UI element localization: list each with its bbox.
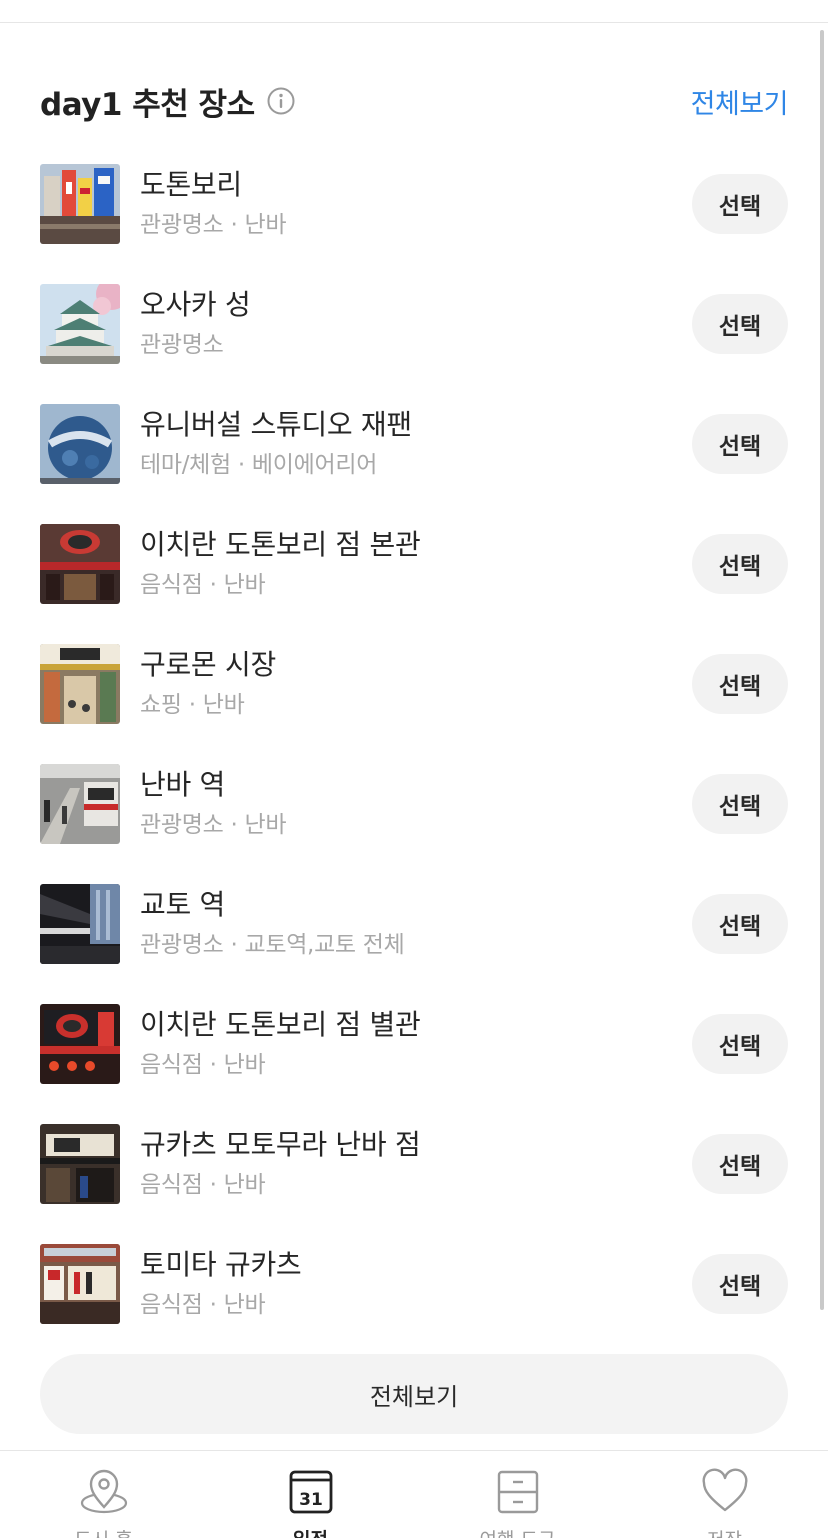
nav-city-home[interactable]: 도시 홈	[0, 1451, 207, 1538]
place-row[interactable]: 규카츠 모토무라 난바 점 음식점 · 난바 선택	[40, 1104, 788, 1224]
place-row[interactable]: 교토 역 관광명소 · 교토역,교토 전체 선택	[40, 864, 788, 984]
nav-schedule[interactable]: 31 일정	[207, 1451, 414, 1538]
section-header: day1 추천 장소 전체보기	[40, 78, 789, 124]
calendar-day: 31	[299, 1490, 323, 1510]
place-row[interactable]: 구로몬 시장 쇼핑 · 난바 선택	[40, 624, 788, 744]
place-row[interactable]: 유니버설 스튜디오 재팬 테마/체험 · 베이에어리어 선택	[40, 384, 788, 504]
place-thumbnail	[40, 524, 120, 604]
select-button[interactable]: 선택	[692, 294, 788, 354]
select-button[interactable]: 선택	[692, 894, 788, 954]
place-meta: 쇼핑 · 난바	[140, 692, 245, 718]
nav-saved[interactable]: 저장	[621, 1451, 828, 1538]
place-meta: 음식점 · 난바	[140, 1172, 266, 1198]
nav-label: 여행 도구	[480, 1525, 556, 1538]
place-meta: 음식점 · 난바	[140, 1292, 266, 1318]
bottom-nav: 도시 홈 31 일정 여행 도구 저장	[0, 1450, 828, 1538]
place-row[interactable]: 도톤보리 관광명소 · 난바 선택	[40, 144, 788, 264]
place-thumbnail	[40, 764, 120, 844]
calendar-icon: 31	[286, 1467, 336, 1517]
place-row[interactable]: 토미타 규카츠 음식점 · 난바 선택	[40, 1224, 788, 1344]
section-title-wrap: day1 추천 장소	[40, 79, 295, 124]
place-thumbnail	[40, 284, 120, 364]
place-name: 이치란 도톤보리 점 별관	[140, 1008, 421, 1041]
nav-label: 일정	[293, 1525, 328, 1538]
place-thumbnail	[40, 884, 120, 964]
nav-label: 도시 홈	[74, 1525, 132, 1538]
place-thumbnail	[40, 404, 120, 484]
place-meta: 관광명소	[140, 332, 224, 358]
place-thumbnail	[40, 1124, 120, 1204]
place-meta: 관광명소 · 난바	[140, 212, 287, 238]
select-button[interactable]: 선택	[692, 414, 788, 474]
place-name: 유니버설 스튜디오 재팬	[140, 408, 412, 441]
place-row[interactable]: 이치란 도톤보리 점 본관 음식점 · 난바 선택	[40, 504, 788, 624]
place-thumbnail	[40, 164, 120, 244]
heart-icon	[700, 1467, 750, 1517]
place-meta: 음식점 · 난바	[140, 572, 266, 598]
place-meta: 관광명소 · 교토역,교토 전체	[140, 932, 405, 958]
cabinet-icon	[493, 1467, 543, 1517]
place-name: 난바 역	[140, 768, 225, 801]
top-divider	[0, 22, 828, 23]
place-name: 교토 역	[140, 888, 225, 921]
place-thumbnail	[40, 1244, 120, 1324]
select-button[interactable]: 선택	[692, 534, 788, 594]
place-name: 구로몬 시장	[140, 648, 276, 681]
nav-travel-tools[interactable]: 여행 도구	[414, 1451, 621, 1538]
see-all-button[interactable]: 전체보기	[40, 1354, 788, 1434]
place-name: 이치란 도톤보리 점 본관	[140, 528, 421, 561]
place-name: 토미타 규카츠	[140, 1248, 302, 1281]
place-meta: 테마/체험 · 베이에어리어	[140, 452, 378, 478]
map-pin-icon	[79, 1467, 129, 1517]
place-row[interactable]: 난바 역 관광명소 · 난바 선택	[40, 744, 788, 864]
select-button[interactable]: 선택	[692, 1134, 788, 1194]
place-row[interactable]: 이치란 도톤보리 점 별관 음식점 · 난바 선택	[40, 984, 788, 1104]
place-name: 도톤보리	[140, 168, 242, 201]
nav-label: 저장	[707, 1525, 742, 1538]
place-list: 도톤보리 관광명소 · 난바 선택 오사카 성 관광명소 선택 유니버설 스튜디…	[40, 144, 788, 1344]
section-title: day1 추천 장소	[40, 86, 255, 123]
select-button[interactable]: 선택	[692, 174, 788, 234]
place-name: 규카츠 모토무라 난바 점	[140, 1128, 421, 1161]
select-button[interactable]: 선택	[692, 1254, 788, 1314]
select-button[interactable]: 선택	[692, 774, 788, 834]
place-thumbnail	[40, 644, 120, 724]
select-button[interactable]: 선택	[692, 1014, 788, 1074]
info-circle-icon[interactable]	[267, 87, 295, 115]
place-meta: 관광명소 · 난바	[140, 812, 287, 838]
select-button[interactable]: 선택	[692, 654, 788, 714]
place-row[interactable]: 오사카 성 관광명소 선택	[40, 264, 788, 384]
see-all-link[interactable]: 전체보기	[691, 82, 789, 121]
place-thumbnail	[40, 1004, 120, 1084]
place-name: 오사카 성	[140, 288, 251, 321]
place-meta: 음식점 · 난바	[140, 1052, 266, 1078]
scrollbar[interactable]	[820, 30, 824, 1310]
